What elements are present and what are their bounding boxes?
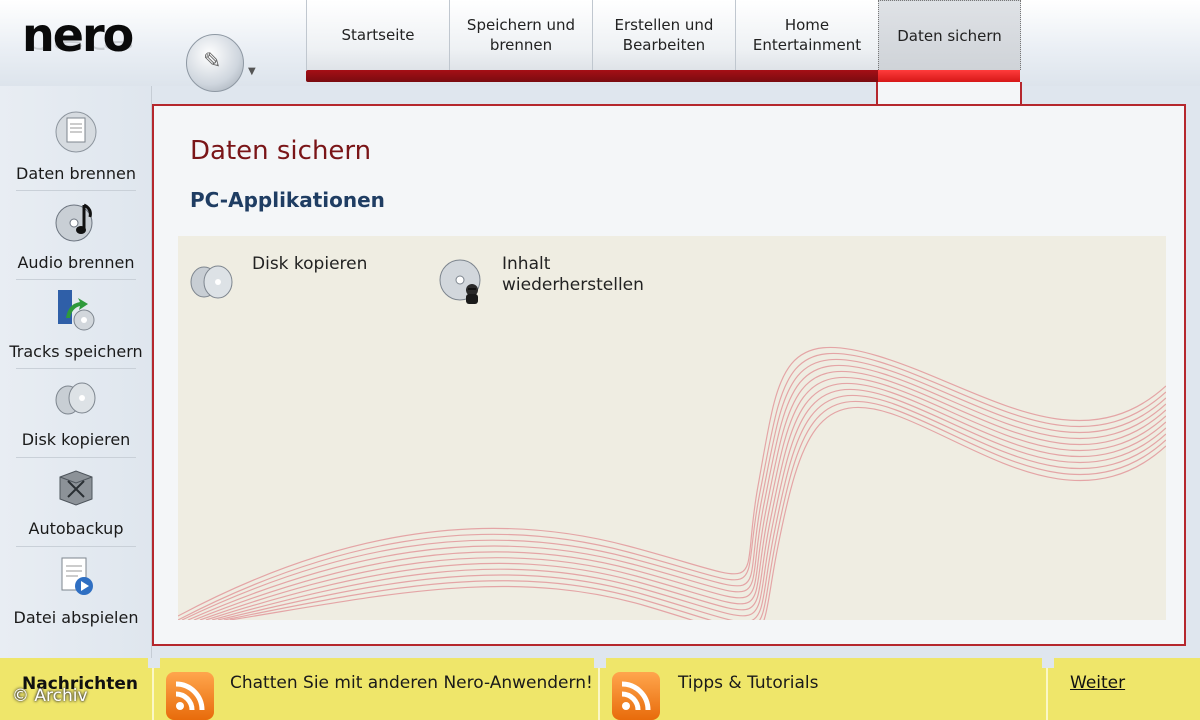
rss-icon[interactable] (612, 672, 660, 720)
bar-notch (148, 658, 160, 668)
copyright-watermark: © Archiv (12, 686, 88, 706)
bar-notch (1042, 658, 1054, 668)
applications-area: Disk kopieren Inhalt wiederherstellen (178, 236, 1166, 620)
app-label: Disk kopieren (252, 254, 368, 274)
bar-notch (594, 658, 606, 668)
tab-daten-sichern[interactable]: Daten sichern (878, 0, 1021, 70)
feed-tips-link[interactable]: Tipps & Tutorials (678, 673, 818, 693)
copy-disc-icon (54, 376, 98, 420)
tab-home-entertainment[interactable]: Home Entertainment (735, 0, 878, 70)
sidebar-item-audio-brennen[interactable]: Audio brennen (0, 175, 152, 272)
backup-box-icon (54, 465, 98, 509)
rip-tracks-icon (54, 288, 98, 332)
tab-connector (876, 82, 1022, 106)
sidebar-item-tracks-speichern[interactable]: Tracks speichern (0, 264, 152, 361)
chevron-down-icon: ▼ (248, 66, 256, 77)
tab-startseite[interactable]: Startseite (306, 0, 449, 70)
sidebar-item-disk-kopieren[interactable]: Disk kopieren (0, 352, 152, 449)
main-panel: Daten sichern PC-Applikationen Disk kopi… (152, 104, 1186, 646)
nero-logo-reflection: nero (22, 37, 133, 56)
sidebar: Daten brennen Audio brennen Tracks speic… (0, 86, 152, 658)
header-bar: nero nero ✎ ▼ Startseite Speichern und b… (0, 0, 1200, 92)
sidebar-item-daten-brennen[interactable]: Daten brennen (0, 86, 152, 183)
sidebar-item-datei-abspielen[interactable]: Datei abspielen (0, 530, 152, 627)
section-title: PC-Applikationen (190, 188, 385, 212)
sidebar-item-autobackup[interactable]: Autobackup (0, 441, 152, 538)
data-disc-icon (54, 110, 98, 154)
tab-speichern-brennen[interactable]: Speichern und brennen (449, 0, 592, 70)
sidebar-item-label: Datei abspielen (13, 608, 139, 627)
feed-chat-link[interactable]: Chatten Sie mit anderen Nero-Anwendern! (230, 673, 593, 693)
main-menu-button[interactable]: ✎ (186, 34, 244, 92)
copy-disc-icon (188, 258, 236, 302)
disc-menu-icon: ✎ (203, 49, 222, 74)
app-inhalt-wiederherstellen[interactable]: Inhalt wiederherstellen (428, 246, 668, 304)
app-disk-kopieren[interactable]: Disk kopieren (178, 246, 418, 302)
main-tabs: Startseite Speichern und brennen Erstell… (306, 0, 1021, 72)
app-label: Inhalt wiederherstellen (502, 254, 644, 295)
page-title: Daten sichern (190, 136, 372, 166)
tab-erstellen-bearbeiten[interactable]: Erstellen und Bearbeiten (592, 0, 735, 70)
music-disc-icon (54, 199, 98, 243)
restore-disc-icon (438, 258, 486, 304)
rss-icon[interactable] (166, 672, 214, 720)
play-file-icon (54, 554, 98, 598)
active-tab-highlight (878, 70, 1020, 82)
more-link[interactable]: Weiter (1070, 673, 1125, 693)
